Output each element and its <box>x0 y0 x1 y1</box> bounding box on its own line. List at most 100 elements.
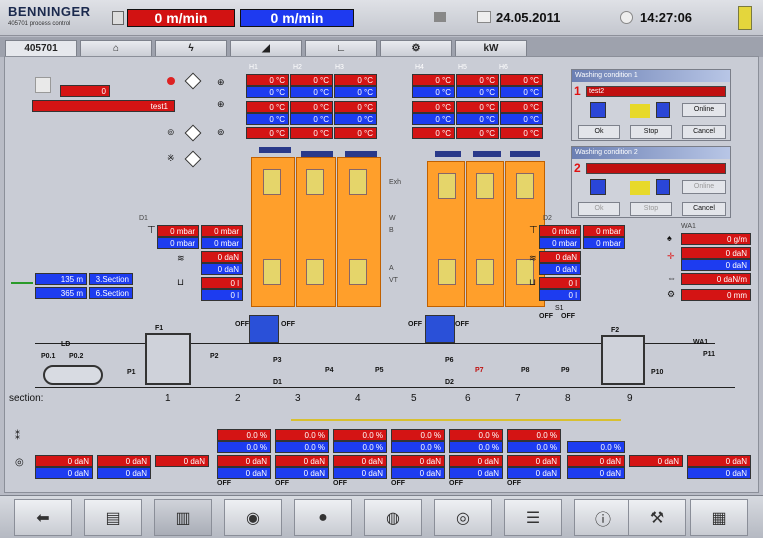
bottom-percent-act: 0.0 % <box>567 441 625 453</box>
machine-button[interactable]: ▥ <box>154 499 212 536</box>
fan-icon: ※ <box>167 153 175 163</box>
off-label: OFF <box>539 313 553 320</box>
dialog-2-cancel-button[interactable]: Cancel <box>682 202 726 216</box>
info-icon: ⓘ <box>594 511 611 529</box>
valve-button[interactable]: ◎ <box>434 499 492 536</box>
tab-fault[interactable]: ϟ <box>155 40 227 57</box>
dosing-button[interactable]: ◉ <box>224 499 282 536</box>
plant-button[interactable]: ▦ <box>690 499 748 536</box>
section-2[interactable]: 2 <box>235 393 241 404</box>
dialog-2-status-icon <box>630 181 650 195</box>
filter-button[interactable]: ☰ <box>504 499 562 536</box>
tower-label-vt: VT <box>389 277 398 284</box>
width-icon: ⇔ <box>667 273 676 283</box>
dialog-2-online-button[interactable]: Online <box>682 180 726 194</box>
washer-unit[interactable] <box>425 315 455 343</box>
tower-label-b: B <box>389 227 394 234</box>
tab-kw[interactable]: kW <box>455 40 527 57</box>
speed-set[interactable]: 0 m/min <box>240 9 354 27</box>
service-button[interactable]: ⚒ <box>628 499 686 536</box>
section-7[interactable]: 7 <box>515 393 521 404</box>
bottom-percent-act: 0.0 % <box>217 441 271 453</box>
bottom-percent-set: 0.0 % <box>391 429 445 441</box>
tower-window <box>306 169 324 195</box>
dialog-1-cancel-button[interactable]: Cancel <box>682 125 726 139</box>
part-p9: P9 <box>561 367 570 374</box>
d1-mbar-set2: 0 mbar <box>201 225 243 237</box>
pump-icon: ◍ <box>386 509 400 527</box>
pump-button[interactable]: ◍ <box>364 499 422 536</box>
dialog-1-select[interactable]: test2 <box>586 86 726 97</box>
home-icon: ⌂ <box>112 43 120 54</box>
off-label: OFF <box>275 480 289 487</box>
tower-window <box>263 169 281 195</box>
bottom-dan-act: 0 daN <box>333 467 387 479</box>
section-4[interactable]: 4 <box>355 393 361 404</box>
temp-h4-set: 0 °C <box>412 74 455 86</box>
dosing-icon: ◉ <box>246 509 260 527</box>
keyboard-icon[interactable] <box>434 12 446 22</box>
washer-unit[interactable] <box>249 315 279 343</box>
wa1-mm: 0 mm <box>681 289 751 301</box>
tower-top <box>259 147 291 153</box>
d1-level-set: 0 l <box>201 277 243 289</box>
off-label: OFF <box>281 321 295 328</box>
frame-unit-f2[interactable] <box>601 335 645 385</box>
bottom-dan-act: 0 daN <box>567 467 625 479</box>
dialog-2-indicator <box>590 179 606 195</box>
section-5[interactable]: 5 <box>411 393 417 404</box>
temp-h5-act: 0 °C <box>456 86 499 98</box>
dialog-1-stop-button[interactable]: Stop <box>630 125 672 139</box>
section-3[interactable]: 3 <box>295 393 301 404</box>
dialog-1-indicator <box>656 102 670 118</box>
dialog-2-stop-button[interactable]: Stop <box>630 202 672 216</box>
battery-icon <box>738 6 752 30</box>
roller-icon: ● <box>318 508 328 526</box>
temp-h1-act: 0 °C <box>246 86 289 98</box>
bottom-dan-set: 0 daN <box>449 455 503 467</box>
tank-icon: ⊔ <box>529 277 537 287</box>
temp-h6-set3: 0 °C <box>500 127 543 139</box>
d2-mbar-set2: 0 mbar <box>583 225 625 237</box>
info-button[interactable]: ⓘ <box>574 499 632 536</box>
dialog-1-ok-button[interactable]: Ok <box>578 125 620 139</box>
section-8[interactable]: 8 <box>565 393 571 404</box>
label-d2: D2 <box>543 215 552 222</box>
temp-h2-set3: 0 °C <box>290 127 333 139</box>
tab-home[interactable]: ⌂ <box>80 40 152 57</box>
document-button[interactable]: ▤ <box>84 499 142 536</box>
section-2: 6.Section <box>89 287 133 299</box>
main-panel: 0 test1 ⊕ ⊕ ⊚ ⊚ ※ H1 H2 H3 H4 H5 H6 0 °C… <box>4 56 759 493</box>
speed-icon <box>112 11 124 25</box>
tab-motor[interactable]: ⚙ <box>380 40 452 57</box>
temp-h4-act2: 0 °C <box>412 113 455 125</box>
dialog-2-ok-button[interactable]: Ok <box>578 202 620 216</box>
tab-ramp[interactable]: ◢ <box>230 40 302 57</box>
part-p6: P6 <box>445 357 454 364</box>
bottom-percent-act: 0.0 % <box>391 441 445 453</box>
gear-icon: ⚙ <box>667 289 676 299</box>
recipe-name[interactable]: test1 <box>32 100 175 112</box>
section-9[interactable]: 9 <box>627 393 633 404</box>
d1-level-act: 0 l <box>201 289 243 301</box>
part-p2: P2 <box>210 353 219 360</box>
section-1[interactable]: 1 <box>165 393 171 404</box>
dialog-1-online-button[interactable]: Online <box>682 103 726 117</box>
label-h4: H4 <box>415 64 424 71</box>
bottom-dan-set: 0 daN <box>391 455 445 467</box>
bottom-dan-set: 0 daN <box>155 455 209 467</box>
tab-405701[interactable]: 405701 <box>5 40 77 57</box>
dialog-2-select[interactable] <box>586 163 726 174</box>
off-label: OFF <box>561 313 575 320</box>
loader-unit[interactable] <box>43 365 103 385</box>
time-display: 14:27:06 <box>640 10 693 25</box>
frame-unit-f1[interactable] <box>145 333 191 385</box>
roller-button[interactable]: ● <box>294 499 352 536</box>
section-6[interactable]: 6 <box>465 393 471 404</box>
temp-h2-act2: 0 °C <box>290 113 333 125</box>
tab-trend[interactable]: ∟ <box>305 40 377 57</box>
temp-h6-set: 0 °C <box>500 74 543 86</box>
dialog-1-status-icon <box>630 104 650 118</box>
back-button[interactable]: ⬅ <box>14 499 72 536</box>
temp-h3-set: 0 °C <box>334 74 377 86</box>
